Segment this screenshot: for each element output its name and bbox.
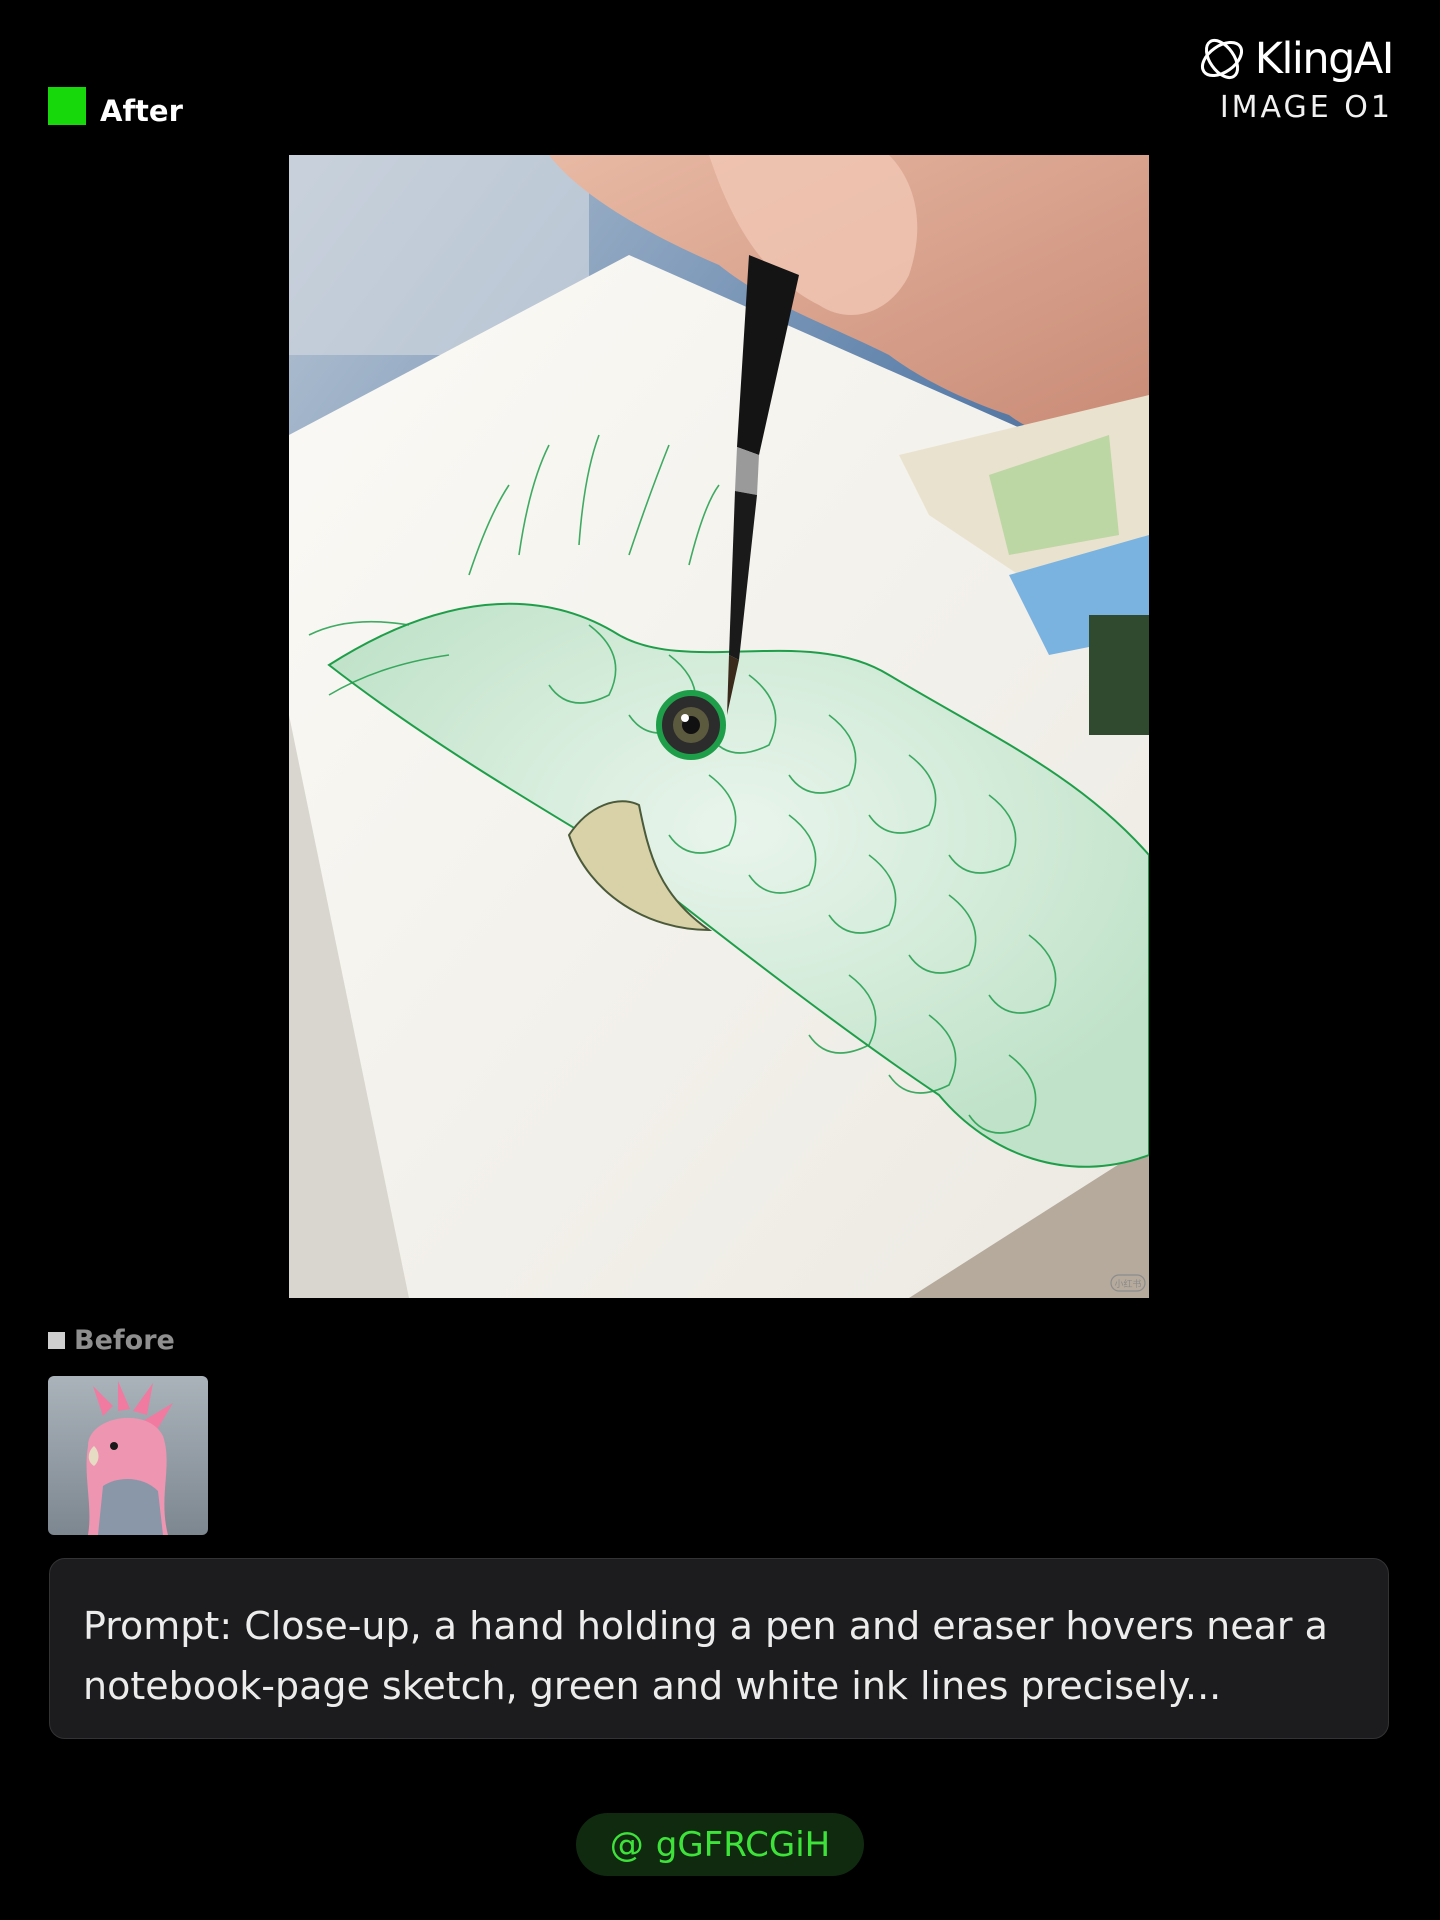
- before-label: Before: [74, 1325, 175, 1356]
- kling-loop-logo-icon: [1200, 38, 1243, 80]
- before-label-group: Before: [48, 1325, 175, 1356]
- prompt-text: Prompt: Close-up, a hand holding a pen a…: [83, 1604, 1328, 1708]
- pink-cockatoo-thumbnail: [48, 1376, 208, 1535]
- author-handle-badge[interactable]: @ gGFRCGiH: [576, 1813, 864, 1876]
- prompt-box: Prompt: Close-up, a hand holding a pen a…: [49, 1558, 1389, 1739]
- before-thumbnail[interactable]: [48, 1376, 208, 1535]
- after-label-group: After: [48, 85, 183, 126]
- generated-image[interactable]: 小红书: [289, 155, 1149, 1298]
- after-marker: [48, 86, 86, 125]
- watermark-text: 小红书: [1114, 1278, 1141, 1290]
- author-handle: gGFRCGiH: [655, 1824, 831, 1865]
- at-icon: @: [609, 1824, 644, 1865]
- after-label: After: [100, 94, 183, 128]
- brand-logo-group: KlingAI IMAGE O1: [1195, 32, 1395, 125]
- brand-name: KlingAI: [1254, 34, 1395, 84]
- brand-product: IMAGE O1: [1219, 90, 1393, 125]
- pen-sketch-green-parrot-image: 小红书: [289, 155, 1149, 1298]
- before-marker: [48, 1332, 65, 1349]
